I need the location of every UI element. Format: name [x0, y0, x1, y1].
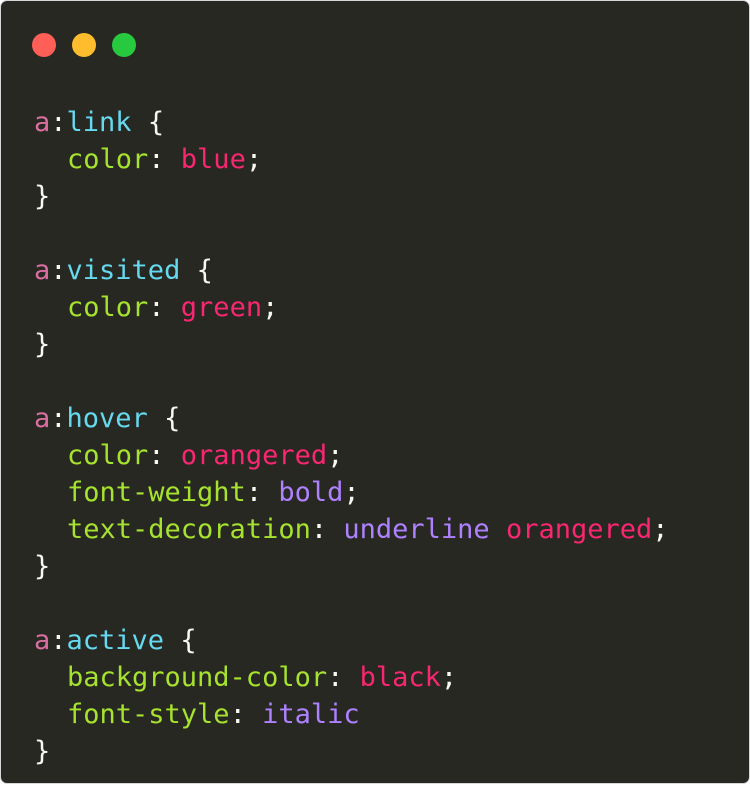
property-name: color: [67, 144, 149, 175]
semicolon: ;: [327, 440, 344, 471]
declaration-line: color: green;: [34, 289, 669, 326]
selector-pseudo-class: hover: [66, 403, 148, 434]
open-brace: {: [147, 403, 181, 434]
selector-line: a:active {: [34, 622, 669, 659]
close-line: }: [34, 326, 669, 363]
selector-pseudo-class: visited: [66, 255, 181, 286]
selector-colon: :: [50, 255, 67, 286]
close-brace: }: [34, 551, 51, 582]
property-separator: :: [229, 699, 263, 730]
semicolon: ;: [245, 144, 263, 175]
declaration-line: color: orangered;: [34, 437, 669, 474]
property-name: font-weight: [67, 477, 246, 508]
close-window-icon[interactable]: [32, 33, 56, 57]
property-value: [490, 514, 506, 545]
property-name: font-style: [67, 699, 230, 730]
selector-line: a:link {: [34, 104, 669, 141]
property-separator: :: [148, 440, 181, 471]
property-value: underline: [343, 514, 490, 545]
window-titlebar: [1, 1, 749, 81]
declaration-line: font-style: italic: [34, 696, 669, 733]
maximize-window-icon[interactable]: [112, 33, 136, 57]
close-line: }: [34, 548, 669, 585]
selector-pseudo-class: link: [66, 107, 132, 138]
close-brace: }: [34, 329, 51, 360]
declaration-line: font-weight: bold;: [34, 474, 669, 511]
property-name: color: [67, 440, 149, 471]
selector-colon: :: [50, 625, 67, 656]
selector-tag: a: [34, 107, 51, 138]
selector-pseudo-class: active: [66, 625, 165, 656]
property-value: orangered: [180, 440, 328, 471]
code-editor: a:link {color: blue;} a:visited {color: g…: [34, 104, 669, 770]
code-window: a:link {color: blue;} a:visited {color: g…: [1, 1, 749, 783]
property-value: black: [359, 662, 441, 693]
semicolon: ;: [440, 662, 458, 693]
close-line: }: [34, 178, 669, 215]
declaration-line: text-decoration: underline orangered;: [34, 511, 669, 548]
semicolon: ;: [652, 514, 669, 545]
open-brace: {: [131, 107, 165, 138]
semicolon: ;: [262, 292, 279, 323]
property-name: text-decoration: [67, 514, 311, 545]
property-separator: :: [310, 514, 344, 545]
property-separator: :: [245, 477, 279, 508]
open-brace: {: [164, 625, 197, 656]
selector-tag: a: [34, 403, 51, 434]
selector-colon: :: [50, 107, 67, 138]
property-name: background-color: [67, 662, 328, 693]
semicolon: ;: [343, 477, 360, 508]
selector-line: a:hover {: [34, 400, 669, 437]
close-line: }: [34, 733, 669, 770]
selector-colon: :: [50, 403, 67, 434]
property-value: orangered: [505, 514, 653, 545]
selector-tag: a: [34, 255, 51, 286]
close-brace: }: [34, 181, 51, 212]
property-separator: :: [148, 292, 181, 323]
close-brace: }: [34, 736, 51, 767]
selector-tag: a: [34, 625, 51, 656]
declaration-line: color: blue;: [34, 141, 669, 178]
property-value: bold: [278, 477, 344, 508]
property-value: italic: [262, 699, 360, 730]
selector-line: a:visited {: [34, 252, 669, 289]
open-brace: {: [180, 255, 213, 286]
minimize-window-icon[interactable]: [72, 33, 96, 57]
declaration-line: background-color: black;: [34, 659, 669, 696]
property-value: green: [180, 292, 263, 323]
property-separator: :: [148, 144, 181, 175]
property-name: color: [67, 292, 149, 323]
property-value: blue: [180, 144, 246, 175]
property-separator: :: [327, 662, 360, 693]
